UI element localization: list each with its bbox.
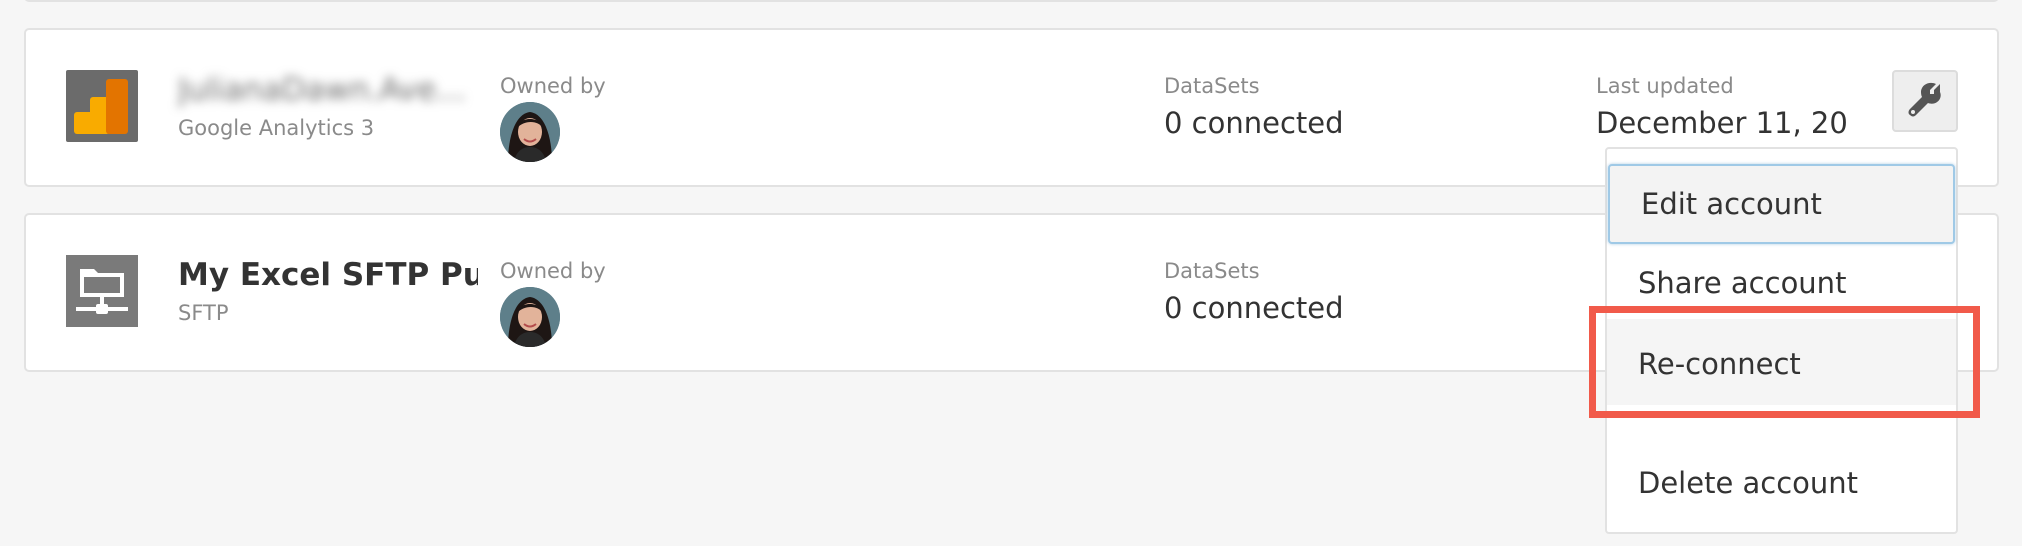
datasets-value: 0 connected — [1164, 106, 1344, 140]
previous-account-card — [24, 0, 1999, 2]
wrench-icon — [1906, 80, 1944, 122]
account-actions-button[interactable] — [1892, 70, 1958, 132]
reconnect-menu-item[interactable]: Re-connect — [1607, 319, 1956, 405]
datasets-label: DataSets — [1164, 259, 1260, 283]
account-name: My Excel SFTP Pu... — [178, 257, 478, 293]
last-updated-value: December 11, 20... — [1596, 106, 1846, 140]
delete-account-menu-item[interactable]: Delete account — [1607, 437, 1956, 517]
account-type: SFTP — [178, 301, 229, 325]
owned-by-label: Owned by — [500, 74, 606, 98]
sftp-folder-network-icon — [66, 255, 138, 327]
account-type: Google Analytics 3 — [178, 116, 375, 140]
share-account-menu-item[interactable]: Share account — [1607, 245, 1956, 319]
owned-by-label: Owned by — [500, 259, 606, 283]
last-updated-label: Last updated — [1596, 74, 1734, 98]
owner-avatar[interactable] — [500, 287, 560, 347]
account-name: JulianaDawn.Ave... — [178, 72, 466, 108]
edit-account-menu-item[interactable]: Edit account — [1608, 164, 1955, 244]
owner-avatar[interactable] — [500, 102, 560, 162]
google-analytics-icon — [66, 70, 138, 142]
account-actions-menu: Edit account Share account Re-connect De… — [1605, 147, 1958, 534]
datasets-label: DataSets — [1164, 74, 1260, 98]
datasets-value: 0 connected — [1164, 291, 1344, 325]
